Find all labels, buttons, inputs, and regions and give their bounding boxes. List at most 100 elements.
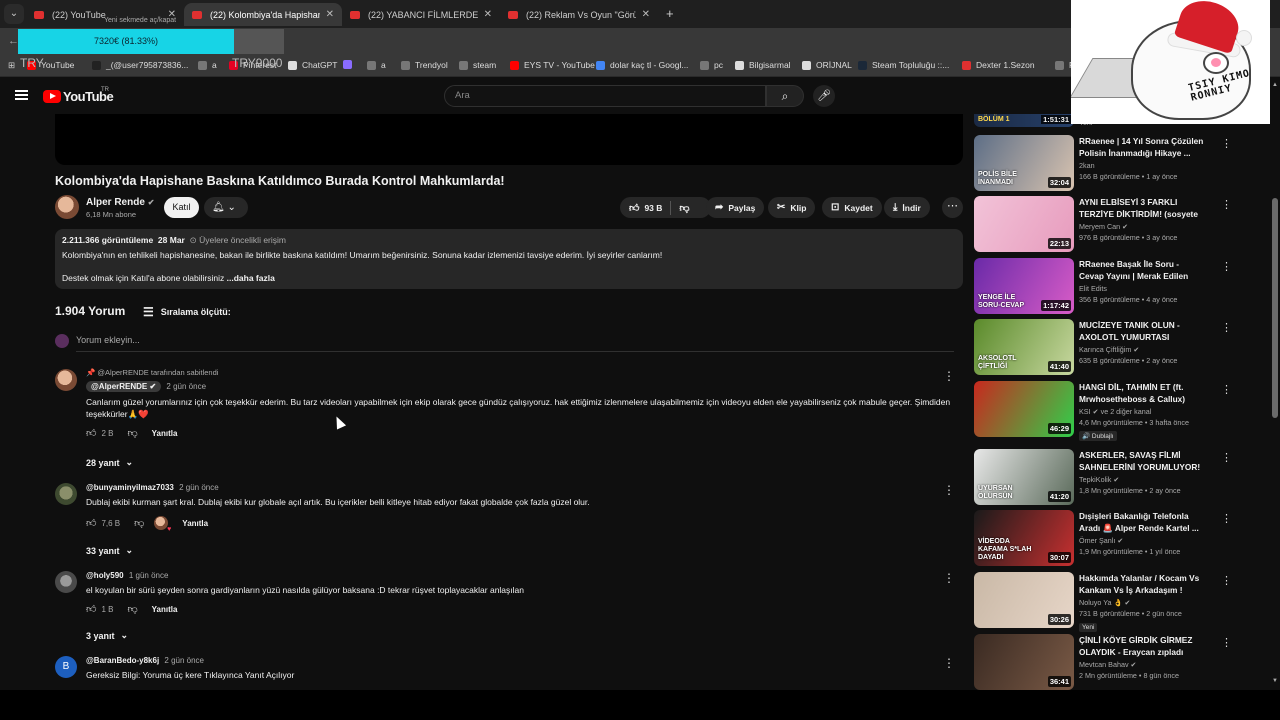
close-tab-icon[interactable]: ✕ [484,9,492,20]
recommended-video[interactable]: UYURSAN ÖLÜRSÜN 41:20 ASKERLER, SAVAŞ FİLM… [974,449,1232,507]
bookmark-item[interactable]: Dexter 1.Sezon [962,60,1035,70]
video-channel[interactable]: Ömer Şanlı ✔ [1079,536,1205,545]
video-thumbnail[interactable]: UYURSAN ÖLÜRSÜN 41:20 [974,449,1074,505]
sidebar-partial-thumbnail[interactable]: BÖLÜM 1 1:51:31 [974,114,1074,127]
notification-bell-button[interactable]: 🔔︎ ⌄ [204,197,248,218]
page-scrollbar[interactable] [1270,78,1280,690]
scroll-up-arrow-icon[interactable]: ▲ [1272,82,1278,88]
like-dislike-button[interactable]: 👍︎ 93 B 👎︎ [620,197,711,218]
apps-grid-icon[interactable]: ⊞ [8,60,15,71]
more-actions-button[interactable]: ⋯ [942,197,963,218]
recommended-video[interactable]: AKSOLOTL ÇİFTLİĞİ 41:40 MUCİZEYE TANIK OLU… [974,319,1232,377]
video-title[interactable]: ÇİNLİ KÖYE GİRDİK GİRMEZ OLAYDIK - Erayc… [1079,634,1205,658]
bookmark-item[interactable]: Trendyol [401,60,448,70]
comment-author[interactable]: @bunyaminyilmaz7033 [86,483,174,492]
comment-author[interactable]: @BaranBedo-y8k6j [86,656,159,665]
video-channel[interactable]: Meryem Can ✔ [1079,222,1205,231]
video-thumbnail[interactable]: 46:29 [974,381,1074,437]
video-title[interactable]: RRaenee Başak İle Soru - Cevap Yayını | … [1079,258,1205,282]
recommended-video[interactable]: POLİS BİLE İNANMADI 32:04 RRaenee | 14 Yıl… [974,135,1232,193]
comment-author[interactable]: @holy590 [86,571,124,580]
video-channel[interactable]: 2kan [1079,161,1205,170]
close-tab-icon[interactable]: ✕ [642,9,650,20]
download-button[interactable]: ⤓ İndir [884,197,930,218]
search-input[interactable]: Ara [444,85,766,107]
browser-tab-ad-vs-game[interactable]: (22) Reklam Vs Oyun "Göründü ✕ [500,3,658,26]
reply-button[interactable]: Yanıtla [152,429,178,438]
video-options-icon[interactable]: ⋮ [1221,198,1232,211]
video-thumbnail[interactable]: 22:13 [974,196,1074,252]
comment-avatar[interactable] [55,369,77,391]
bookmark-item[interactable]: EYS TV - YouTube [510,60,595,70]
voice-search-button[interactable]: 🎤︎ [813,85,835,107]
bookmark-item[interactable]: _(@user795873836... [92,60,188,70]
comment-options-icon[interactable]: ⋮ [943,656,955,670]
video-channel[interactable]: KSI ✔ ve 2 diğer kanal [1079,407,1205,416]
video-options-icon[interactable]: ⋮ [1221,321,1232,334]
new-tab-button[interactable]: + [666,6,674,21]
video-thumbnail[interactable]: YENGE İLE SORU-CEVAP 1:17:42 [974,258,1074,314]
recommended-video[interactable]: YENGE İLE SORU-CEVAP 1:17:42 RRaenee Başak… [974,258,1232,316]
comment-time[interactable]: 2 gün önce [166,382,206,391]
youtube-logo-icon[interactable] [43,90,61,103]
thumbs-down-icon[interactable]: 👎︎ [679,202,689,214]
comment-options-icon[interactable]: ⋮ [943,483,955,497]
video-options-icon[interactable]: ⋮ [1221,383,1232,396]
bookmark-item[interactable]: Bilgisarmal [735,60,791,70]
share-button[interactable]: ➦ Paylaş [706,197,765,218]
thumbs-up-icon[interactable]: 👍︎ [86,517,96,529]
video-options-icon[interactable]: ⋮ [1221,636,1232,649]
thumbs-down-icon[interactable]: 👎︎ [127,603,137,615]
description-box[interactable]: 2.211.366 görüntüleme 28 Mar ⊙ Üyelere ö… [55,229,963,289]
recommended-video[interactable]: 22:13 AYNI ELBİSEYİ 3 FARKLI TERZİYE DİKT… [974,196,1232,254]
video-thumbnail[interactable]: POLİS BİLE İNANMADI 32:04 [974,135,1074,191]
video-thumbnail[interactable]: 30:26 [974,572,1074,628]
video-title[interactable]: AYNI ELBİSEYİ 3 FARKLI TERZİYE DİKTİRDİM… [1079,196,1205,220]
video-channel[interactable]: Elit Edits [1079,284,1205,293]
comment-options-icon[interactable]: ⋮ [943,369,955,383]
bookmark-item[interactable]: dolar kaç tl - Googl... [596,60,688,70]
video-channel[interactable]: Noluyo Ya 👌 ✔ [1079,598,1205,607]
comment-author[interactable]: @AlperRENDE ✔ [86,381,162,392]
video-channel[interactable]: TepkiKolik ✔ [1079,475,1205,484]
video-title[interactable]: HANGİ DİL, TAHMİN ET (ft. Mrwhosetheboss… [1079,381,1205,405]
video-title[interactable]: Dışişleri Bakanlığı Telefonla Aradı 🚨 Al… [1079,510,1205,534]
video-options-icon[interactable]: ⋮ [1221,137,1232,150]
scroll-down-arrow-icon[interactable]: ▼ [1272,678,1278,684]
bookmark-item[interactable]: ORİJNAL [802,60,852,70]
thumbs-down-icon[interactable]: 👎︎ [134,517,144,529]
comment-time[interactable]: 1 gün önce [129,571,169,580]
comment-time[interactable]: 2 gün önce [179,483,219,492]
comment-avatar[interactable] [55,483,77,505]
comment-time[interactable]: 2 gün önce [164,656,204,665]
video-thumbnail[interactable]: VİDEODA KAFAMA S*LAH DAYADI 30:07 [974,510,1074,566]
browser-tab-current-video[interactable]: (22) Kolombiya'da Hapishane B ✕ [184,3,342,26]
view-replies-button[interactable]: 33 yanıt ⌄ [86,545,133,556]
reply-button[interactable]: Yanıtla [152,605,178,614]
video-title[interactable]: RRaenee | 14 Yıl Sonra Çözülen Polisin İ… [1079,135,1205,159]
video-channel[interactable]: Mevtcan Bahav ✔ [1079,660,1205,669]
video-options-icon[interactable]: ⋮ [1221,260,1232,273]
video-channel[interactable]: Karınca Çiftliğim ✔ [1079,345,1205,354]
browser-tab-foreign-films[interactable]: (22) YABANCI FİLMLERDEKİ, TÜ ✕ [342,3,500,26]
recommended-video[interactable]: 46:29 HANGİ DİL, TAHMİN ET (ft. Mrwhoseth… [974,381,1232,441]
thumbs-up-icon[interactable]: 👍︎ [629,202,639,214]
show-more-link[interactable]: ...daha fazla [227,273,275,283]
video-player[interactable] [55,114,963,165]
hamburger-menu-icon[interactable] [15,90,28,100]
sort-comments-button[interactable]: ☰ Sıralama ölçütü: [143,305,231,319]
search-button[interactable]: ⌕ [766,85,804,107]
comment-options-icon[interactable]: ⋮ [943,571,955,585]
channel-name[interactable]: Alper Rende ✔ [86,197,154,208]
video-thumbnail[interactable]: 36:41 [974,634,1074,690]
add-comment-input[interactable]: Yorum ekleyin... [76,335,954,352]
tab-search-dropdown[interactable]: ⌄ [4,4,24,24]
bookmark-item[interactable]: ChatGPT [288,60,337,70]
thumbs-up-icon[interactable]: 👍︎ [86,603,96,615]
reply-button[interactable]: Yanıtla [182,519,208,528]
channel-avatar[interactable] [55,195,79,219]
video-thumbnail[interactable]: AKSOLOTL ÇİFTLİĞİ 41:40 [974,319,1074,375]
thumbs-up-icon[interactable]: 👍︎ [86,427,96,439]
view-replies-button[interactable]: 3 yanıt ⌄ [86,630,128,641]
bookmark-item[interactable]: a [367,60,386,70]
